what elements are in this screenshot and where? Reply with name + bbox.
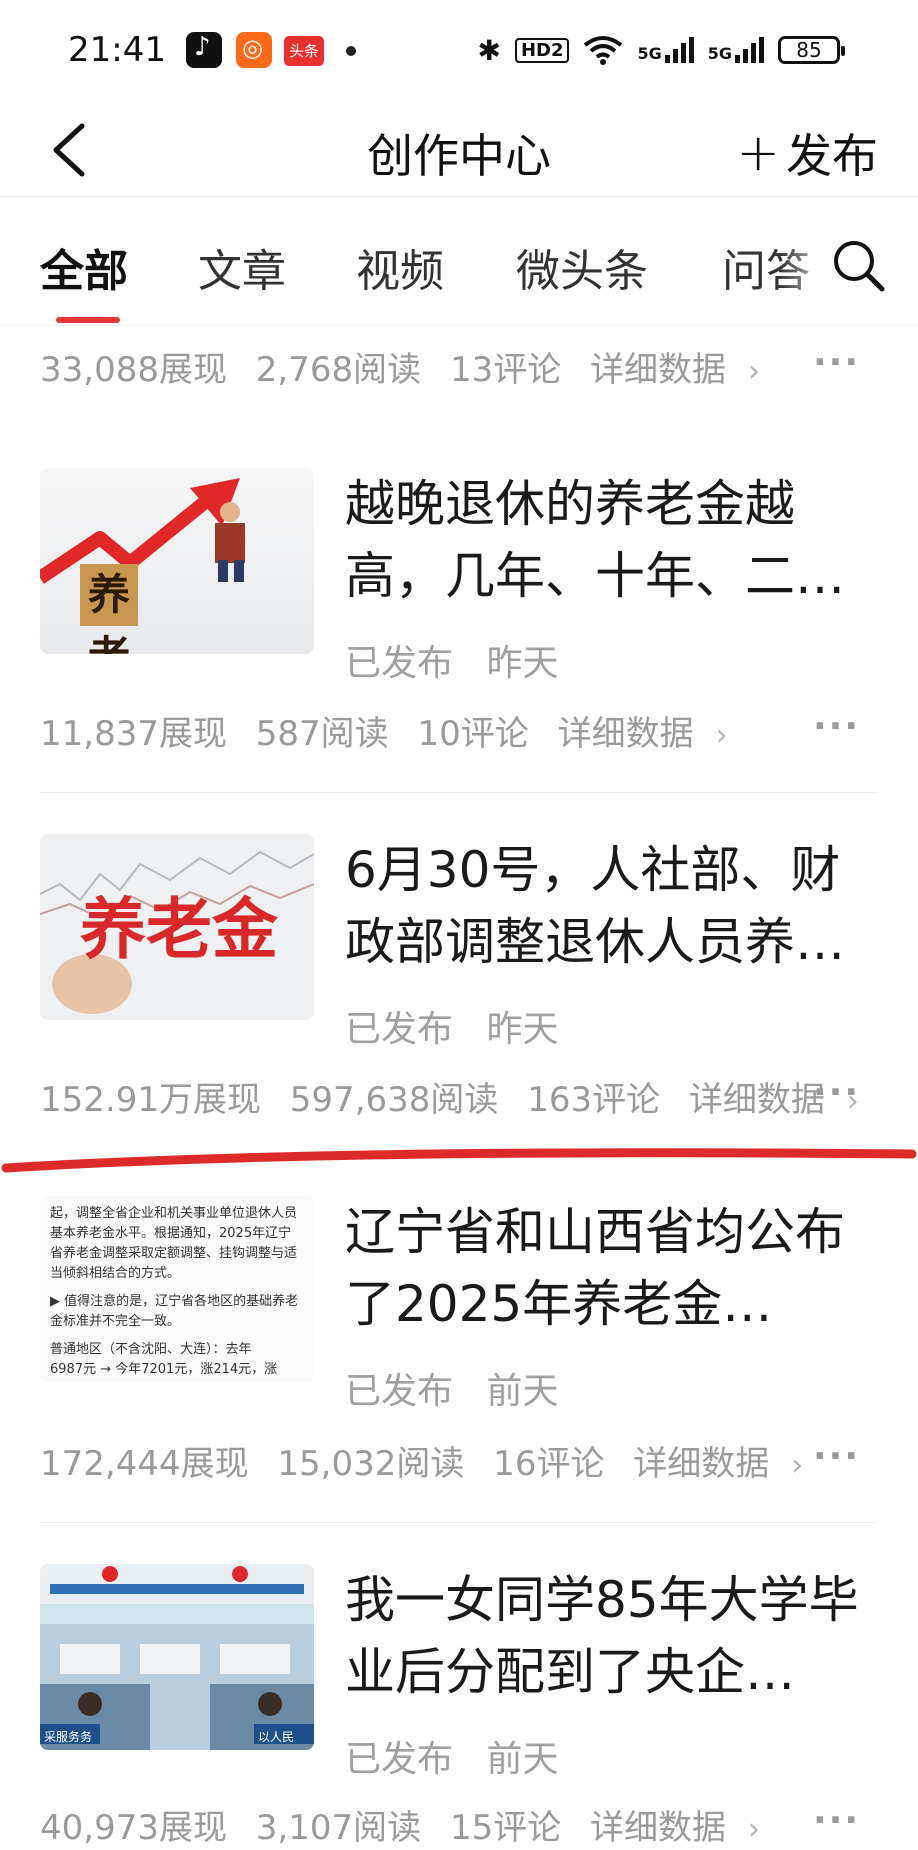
kuaishou-icon (236, 32, 272, 68)
tiktok-icon (186, 32, 222, 68)
article-thumbnail: 起，调整全省企业和机关事业单位退休人员 基本养老金水平。根据通知，2025年辽宁… (40, 1196, 314, 1382)
reads-count: 587阅读 (255, 714, 389, 754)
reads-count: 2,768阅读 (255, 350, 422, 390)
publish-time: 前天 (486, 1739, 559, 1780)
article-stats: 172,444展现 15,032阅读 16评论 详细数据 › ··· (40, 1436, 878, 1486)
more-options-icon[interactable]: ··· (813, 706, 860, 747)
publish-status: 已发布 (345, 1009, 454, 1050)
list-item[interactable]: 养老金 越晚退休的养老金越高，几年、十年、二… 已发布 昨天 (40, 468, 878, 684)
active-tab-indicator (56, 317, 120, 323)
list-item[interactable]: 养老金 6月30号，人社部、财政部调整退休人员养… 已发布 昨天 (40, 834, 878, 1050)
article-thumbnail: 采服务务 以人民 (40, 1564, 314, 1750)
publish-label: 发布 (786, 129, 878, 183)
detail-data-link[interactable]: 详细数据 › (558, 714, 746, 754)
publish-time: 昨天 (486, 643, 559, 684)
bluetooth-icon: ✱ (477, 33, 501, 67)
article-meta: 已发布 前天 (345, 1730, 580, 1782)
more-options-icon[interactable]: ··· (813, 1436, 860, 1477)
detail-data-link[interactable]: 详细数据 › (590, 1808, 778, 1848)
detail-data-link[interactable]: 详细数据 › (633, 1444, 821, 1484)
publish-time: 昨天 (486, 1009, 559, 1050)
publish-status: 已发布 (345, 643, 454, 684)
chevron-right-icon: › (748, 354, 761, 389)
search-icon[interactable] (828, 235, 888, 295)
notification-dot-icon (346, 46, 356, 56)
more-options-icon[interactable]: ··· (813, 1800, 860, 1841)
article-meta: 已发布 前天 (345, 1362, 580, 1414)
comments-count: 163评论 (527, 1080, 661, 1120)
tab-all[interactable]: 全部 (40, 235, 128, 299)
reads-count: 597,638阅读 (289, 1080, 499, 1120)
divider (40, 792, 878, 793)
views-count: 40,973展现 (40, 1808, 227, 1848)
signal-icon: 5G (637, 37, 694, 63)
comments-count: 13评论 (449, 350, 562, 390)
toutiao-icon: 头条 (284, 36, 324, 66)
article-stats: 40,973展现 3,107阅读 15评论 详细数据 › ··· (40, 1800, 878, 1850)
article-title[interactable]: 我一女同学85年大学毕业后分配到了央企… (345, 1564, 885, 1708)
views-count: 33,088展现 (40, 350, 227, 390)
divider (40, 1522, 878, 1523)
article-meta: 已发布 昨天 (345, 1000, 580, 1052)
article-stats: 11,837展现 587阅读 10评论 详细数据 › ··· (40, 706, 878, 756)
publish-button[interactable]: + 发布 (736, 120, 878, 186)
battery-icon: 85 (778, 36, 845, 64)
more-options-icon[interactable]: ··· (813, 1072, 860, 1113)
tab-videos[interactable]: 视频 (356, 235, 444, 299)
comments-count: 15评论 (449, 1808, 562, 1848)
red-underline-annotation (1, 1148, 917, 1173)
tab-micro-posts[interactable]: 微头条 (516, 235, 648, 299)
article-title[interactable]: 6月30号，人社部、财政部调整退休人员养… (345, 834, 885, 978)
views-count: 172,444展现 (40, 1444, 249, 1484)
views-count: 11,837展现 (40, 714, 227, 754)
signal-icon: 5G (708, 37, 764, 63)
reads-count: 3,107阅读 (255, 1808, 422, 1848)
chevron-right-icon: › (715, 718, 728, 753)
list-item[interactable]: 起，调整全省企业和机关事业单位退休人员 基本养老金水平。根据通知，2025年辽宁… (40, 1196, 878, 1412)
reads-count: 15,032阅读 (277, 1444, 465, 1484)
article-thumbnail: 养老金 (40, 468, 314, 654)
article-stats: 152.91万展现 597,638阅读 163评论 详细数据 › ··· (40, 1072, 878, 1122)
hd-voice-icon: HD2 (514, 37, 570, 63)
clock: 21:41 (68, 30, 166, 70)
publish-time: 前天 (486, 1371, 559, 1412)
publish-status: 已发布 (345, 1371, 454, 1412)
article-stats: 33,088展现 2,768阅读 13评论 详细数据 › ··· (40, 342, 878, 392)
comments-count: 16评论 (493, 1444, 605, 1484)
wifi-icon (584, 36, 623, 65)
publish-status: 已发布 (345, 1739, 454, 1780)
comments-count: 10评论 (417, 714, 529, 754)
more-options-icon[interactable]: ··· (813, 342, 860, 383)
tab-articles[interactable]: 文章 (198, 235, 286, 299)
tab-bar: 全部 文章 视频 微头条 问答 (0, 197, 918, 326)
article-thumbnail: 养老金 (40, 834, 314, 1020)
list-item[interactable]: 采服务务 以人民 我一女同学85年大学毕业后分配到了央企… 已发布 前天 (40, 1564, 878, 1780)
chevron-right-icon: › (748, 1812, 761, 1847)
nav-header: 创作中心 + 发布 (0, 100, 918, 197)
plus-icon: + (736, 123, 780, 183)
article-meta: 已发布 昨天 (345, 634, 580, 686)
status-bar: 21:41 头条 ✱ HD2 5G 5G 85 (0, 0, 918, 100)
article-title[interactable]: 辽宁省和山西省均公布了2025年养老金… (345, 1196, 885, 1340)
views-count: 152.91万展现 (40, 1080, 261, 1120)
chevron-right-icon: › (791, 1448, 804, 1483)
detail-data-link[interactable]: 详细数据 › (590, 350, 778, 390)
article-title[interactable]: 越晚退休的养老金越高，几年、十年、二… (345, 468, 885, 612)
